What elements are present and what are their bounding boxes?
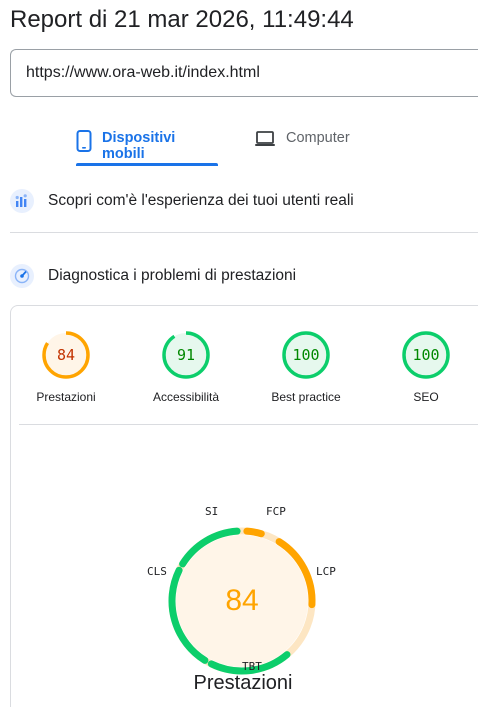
- metric-segment-fcp: [243, 527, 265, 538]
- real-users-section[interactable]: Scopri com'è l'esperienza dei tuoi utent…: [10, 188, 354, 214]
- metric-label-si: SI: [205, 505, 219, 518]
- crux-chart-icon: [10, 189, 34, 213]
- laptop-icon: [254, 130, 276, 152]
- report-title: Report di 21 mar 2026, 11:49:44: [10, 6, 354, 33]
- diagnostics-label: Diagnostica i problemi di prestazioni: [48, 267, 297, 284]
- performance-title: Prestazioni: [193, 672, 293, 694]
- smartphone-icon: [76, 130, 92, 156]
- url-input[interactable]: [10, 49, 478, 97]
- gauge-best-practices-score: 100: [292, 346, 319, 364]
- gauge-best-practices[interactable]: 100 Best practice: [256, 330, 356, 404]
- gauge-seo-label: SEO: [413, 390, 439, 404]
- gauge-seo-score: 100: [412, 346, 439, 364]
- metric-label-fcp: FCP: [266, 505, 286, 518]
- gauge-performance[interactable]: 84 Prestazioni: [16, 330, 116, 404]
- metric-label-lcp: LCP: [316, 565, 336, 578]
- tab-mobile[interactable]: Dispositivi mobili: [76, 122, 218, 166]
- gauge-performance-score: 84: [57, 346, 75, 364]
- tab-desktop[interactable]: Computer: [254, 122, 364, 166]
- gauge-performance-label: Prestazioni: [36, 390, 96, 404]
- gauge-seo-ring: 100: [402, 331, 450, 379]
- gauge-seo[interactable]: 100 SEO: [376, 330, 476, 404]
- section-divider: [10, 232, 478, 233]
- metric-label-cls: CLS: [147, 565, 167, 578]
- gauge-best-practices-label: Best practice: [271, 390, 341, 404]
- gauge-accessibility-label: Accessibilità: [152, 390, 220, 404]
- gauge-accessibility-ring: 91: [162, 331, 210, 379]
- gauge-performance-ring: 84: [42, 331, 90, 379]
- device-tabs: Dispositivi mobili Computer: [0, 122, 478, 166]
- score-gauges: 84 Prestazioni 91 Accessibilità 100 Best…: [11, 306, 478, 426]
- gauge-best-practices-ring: 100: [282, 331, 330, 379]
- scores-card: 84 Prestazioni 91 Accessibilità 100 Best…: [10, 305, 478, 707]
- tab-mobile-label: Dispositivi mobili: [102, 130, 176, 162]
- gauge-accessibility[interactable]: 91 Accessibilità: [136, 330, 236, 404]
- card-divider: [19, 424, 478, 425]
- lighthouse-icon: [10, 264, 34, 288]
- big-gauge-score: 84: [225, 584, 258, 617]
- diagnostics-section[interactable]: Diagnostica i problemi di prestazioni: [10, 263, 296, 289]
- gauge-accessibility-score: 91: [177, 346, 195, 364]
- real-users-label: Scopri com'è l'esperienza dei tuoi utent…: [48, 192, 354, 209]
- tab-desktop-label: Computer: [286, 130, 350, 146]
